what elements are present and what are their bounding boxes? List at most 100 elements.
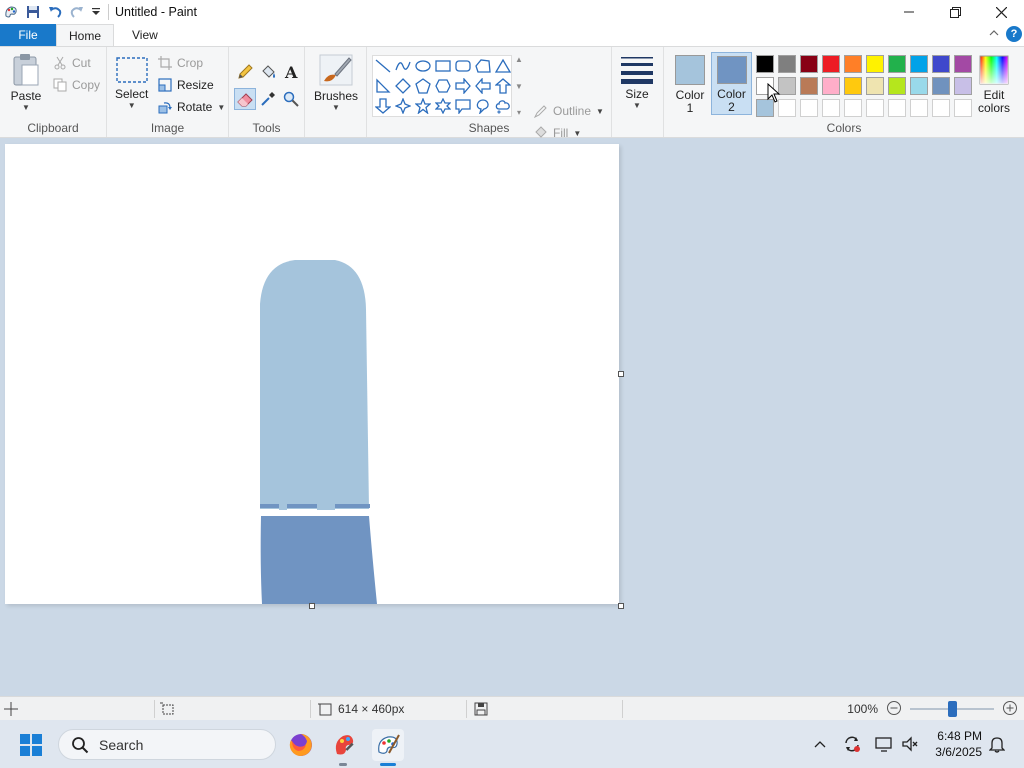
shapes-expand-icon[interactable]: ▾ bbox=[517, 108, 521, 117]
shapes-scroll-up-icon[interactable]: ▲ bbox=[515, 55, 523, 64]
notifications-icon[interactable] bbox=[986, 720, 1008, 768]
cut-button[interactable]: Cut bbox=[53, 53, 91, 73]
palette-color-swatch[interactable] bbox=[930, 97, 952, 119]
oval-shape-icon[interactable] bbox=[413, 56, 433, 76]
palette-color-swatch[interactable] bbox=[798, 97, 820, 119]
undo-icon[interactable] bbox=[44, 1, 66, 23]
palette-color-swatch[interactable] bbox=[842, 53, 864, 75]
resize-button[interactable]: Resize bbox=[158, 75, 214, 95]
palette-color-swatch[interactable] bbox=[908, 53, 930, 75]
zoom-in-button[interactable] bbox=[1002, 700, 1018, 719]
palette-color-swatch[interactable] bbox=[798, 75, 820, 97]
select-dropdown-icon[interactable]: ▼ bbox=[128, 101, 136, 110]
close-button[interactable] bbox=[978, 0, 1024, 24]
size-dropdown-icon[interactable]: ▼ bbox=[633, 101, 641, 110]
color-picker-tool[interactable] bbox=[257, 88, 279, 110]
select-button[interactable]: Select ▼ bbox=[115, 57, 148, 110]
rounded-rectangle-shape-icon[interactable] bbox=[453, 56, 473, 76]
down-arrow-shape-icon[interactable] bbox=[373, 96, 393, 116]
drawing-canvas[interactable] bbox=[5, 144, 619, 604]
customize-toolbar-icon[interactable] bbox=[88, 1, 104, 23]
palette-color-swatch[interactable] bbox=[820, 53, 842, 75]
palette-color-swatch[interactable] bbox=[864, 97, 886, 119]
hexagon-shape-icon[interactable] bbox=[433, 76, 453, 96]
palette-color-swatch[interactable] bbox=[908, 97, 930, 119]
copy-button[interactable]: Copy bbox=[53, 75, 100, 95]
palette-color-swatch[interactable] bbox=[864, 53, 886, 75]
text-tool[interactable]: A bbox=[280, 61, 302, 83]
tray-overflow-icon[interactable] bbox=[808, 720, 832, 768]
right-triangle-shape-icon[interactable] bbox=[373, 76, 393, 96]
paste-dropdown-icon[interactable]: ▼ bbox=[22, 103, 30, 112]
firefox-taskbar-icon[interactable] bbox=[285, 729, 317, 761]
resize-handle-right[interactable] bbox=[618, 371, 624, 377]
oval-callout-shape-icon[interactable] bbox=[473, 96, 493, 116]
color1-button[interactable]: Color 1 bbox=[672, 55, 708, 115]
palette-color-swatch[interactable] bbox=[820, 75, 842, 97]
palette-color-swatch[interactable] bbox=[886, 97, 908, 119]
resize-handle-bottom[interactable] bbox=[309, 603, 315, 609]
minimize-button[interactable] bbox=[886, 0, 932, 24]
palette-color-swatch[interactable] bbox=[820, 97, 842, 119]
cloud-callout-shape-icon[interactable] bbox=[493, 96, 513, 116]
polygon-shape-icon[interactable] bbox=[473, 56, 493, 76]
curve-shape-icon[interactable] bbox=[393, 56, 413, 76]
taskbar-search-box[interactable]: Search bbox=[58, 729, 276, 760]
paint-app-icon[interactable] bbox=[0, 1, 22, 23]
resize-handle-corner[interactable] bbox=[618, 603, 624, 609]
rectangle-shape-icon[interactable] bbox=[433, 56, 453, 76]
palette-color-swatch[interactable] bbox=[886, 75, 908, 97]
palette-color-swatch[interactable] bbox=[776, 53, 798, 75]
display-icon[interactable] bbox=[872, 720, 896, 768]
palette-color-swatch[interactable] bbox=[930, 53, 952, 75]
four-point-star-shape-icon[interactable] bbox=[393, 96, 413, 116]
palette-color-swatch[interactable] bbox=[908, 75, 930, 97]
restore-button[interactable] bbox=[932, 0, 978, 24]
line-shape-icon[interactable] bbox=[373, 56, 393, 76]
edit-colors-button[interactable]: Edit colors bbox=[975, 55, 1013, 115]
size-button[interactable]: Size ▼ bbox=[620, 55, 654, 110]
palette-color-swatch[interactable] bbox=[952, 53, 974, 75]
triangle-shape-icon[interactable] bbox=[493, 56, 513, 76]
pentagon-shape-icon[interactable] bbox=[413, 76, 433, 96]
pencil-tool[interactable] bbox=[234, 61, 256, 83]
redo-icon[interactable] bbox=[66, 1, 88, 23]
palette-color-swatch[interactable] bbox=[754, 53, 776, 75]
shapes-scroll-down-icon[interactable]: ▼ bbox=[515, 82, 523, 91]
taskbar-clock[interactable]: 6:48 PM 3/6/2025 bbox=[935, 728, 982, 760]
fill-dropdown-icon[interactable]: ▼ bbox=[573, 129, 581, 138]
zoom-out-button[interactable] bbox=[886, 700, 902, 719]
palette-color-swatch[interactable] bbox=[842, 75, 864, 97]
tab-file[interactable]: File bbox=[0, 24, 56, 46]
right-arrow-shape-icon[interactable] bbox=[453, 76, 473, 96]
start-button-icon[interactable] bbox=[20, 734, 42, 756]
palette-color-swatch[interactable] bbox=[864, 75, 886, 97]
crop-button[interactable]: Crop bbox=[158, 53, 203, 73]
six-point-star-shape-icon[interactable] bbox=[433, 96, 453, 116]
canvas-workspace[interactable] bbox=[0, 138, 1024, 696]
up-arrow-shape-icon[interactable] bbox=[493, 76, 513, 96]
sync-status-icon[interactable] bbox=[840, 720, 864, 768]
left-arrow-shape-icon[interactable] bbox=[473, 76, 493, 96]
palette-color-swatch[interactable] bbox=[930, 75, 952, 97]
paint-3d-taskbar-icon[interactable] bbox=[328, 729, 360, 766]
palette-color-swatch[interactable] bbox=[842, 97, 864, 119]
help-icon[interactable]: ? bbox=[1006, 26, 1022, 42]
rectangle-callout-shape-icon[interactable] bbox=[453, 96, 473, 116]
paint-taskbar-icon[interactable] bbox=[372, 729, 404, 766]
collapse-ribbon-icon[interactable] bbox=[988, 27, 1000, 41]
outline-dropdown-icon[interactable]: ▼ bbox=[596, 107, 604, 116]
tab-view[interactable]: View bbox=[114, 24, 172, 46]
eraser-tool[interactable] bbox=[234, 88, 256, 110]
rotate-dropdown-icon[interactable]: ▼ bbox=[217, 103, 225, 112]
magnifier-tool[interactable] bbox=[280, 88, 302, 110]
color2-button[interactable]: Color 2 bbox=[711, 52, 752, 115]
outline-button[interactable]: Outline ▼ bbox=[534, 101, 604, 121]
fill-tool[interactable] bbox=[257, 61, 279, 83]
brushes-button[interactable]: Brushes ▼ bbox=[314, 53, 358, 112]
palette-color-swatch[interactable] bbox=[798, 53, 820, 75]
tab-home[interactable]: Home bbox=[56, 24, 114, 46]
zoom-slider[interactable] bbox=[910, 701, 994, 717]
save-icon[interactable] bbox=[22, 1, 44, 23]
five-point-star-shape-icon[interactable] bbox=[413, 96, 433, 116]
